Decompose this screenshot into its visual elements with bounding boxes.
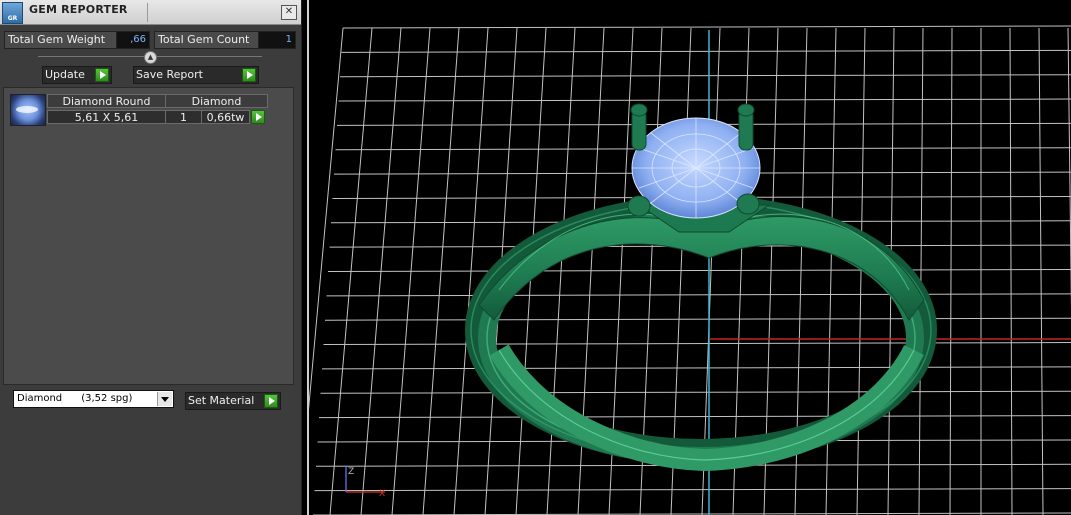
total-gem-weight-field: Total Gem Weight ,66 (4, 31, 150, 49)
total-gem-count-field: Total Gem Count 1 (154, 31, 296, 49)
material-dropdown[interactable]: Diamond (3,52 spg) (13, 390, 174, 408)
update-button[interactable]: Update (42, 66, 112, 84)
grid-line (341, 49, 1071, 53)
grid-line (324, 317, 1071, 321)
grid-line (314, 488, 1071, 492)
total-gem-weight-label: Total Gem Weight (5, 32, 117, 48)
gem-reporter-icon: GR (2, 2, 23, 24)
gem-count-cell: 1 (165, 110, 202, 124)
save-report-button-label: Save Report (136, 68, 203, 81)
grid-line (918, 27, 924, 515)
ring-model[interactable] (465, 195, 937, 472)
grid-line (1038, 27, 1044, 515)
set-material-button[interactable]: Set Material (185, 392, 281, 410)
collapse-toggle-icon[interactable]: ▲ (144, 51, 157, 64)
3d-viewport[interactable]: Z X (307, 0, 1071, 515)
total-gem-weight-value: ,66 (117, 32, 149, 48)
gizmo-x-label: X (379, 489, 385, 499)
gem-reporter-panel: GR GEM REPORTER ✕ Total Gem Weight ,66 T… (0, 0, 302, 515)
title-bar: GR GEM REPORTER ✕ (0, 0, 301, 25)
viewport-canvas[interactable]: Z X (309, 0, 1071, 515)
close-button[interactable]: ✕ (281, 5, 297, 20)
gem-row-play-icon[interactable] (251, 110, 265, 124)
panel-title: GEM REPORTER (29, 3, 128, 16)
total-gem-count-value: 1 (259, 32, 295, 48)
gem-type-header: Diamond Round (47, 94, 166, 108)
play-icon (264, 394, 278, 408)
grid-line (949, 27, 953, 515)
axis-gizmo: Z X (345, 466, 385, 499)
grid-line (339, 74, 1071, 78)
gem-thumbnail[interactable] (10, 94, 46, 126)
update-button-label: Update (45, 68, 85, 81)
grid-line (1009, 27, 1013, 515)
play-icon (242, 68, 256, 82)
save-report-button[interactable]: Save Report (133, 66, 259, 84)
gem-size-cell: 5,61 X 5,61 (47, 110, 166, 124)
icon-label: GR (7, 15, 18, 22)
gem-list: Diamond Round Diamond 5,61 X 5,61 1 0,66… (3, 87, 294, 385)
set-material-button-label: Set Material (188, 394, 255, 407)
grid-line (327, 269, 1071, 272)
grid-line (338, 98, 1071, 102)
play-icon (95, 68, 109, 82)
material-selected-value: Diamond (3,52 spg) (17, 393, 133, 404)
total-gem-count-label: Total Gem Count (155, 32, 259, 48)
grid-line (320, 390, 1071, 394)
grid-line (318, 415, 1071, 419)
gizmo-z-label: Z (348, 467, 354, 477)
gem-material-header: Diamond (165, 94, 268, 108)
gem-weight-cell: 0,66tw (201, 110, 250, 124)
grid-line (342, 25, 1071, 29)
chevron-down-icon[interactable] (157, 392, 172, 406)
title-divider (147, 3, 148, 22)
grid-line (326, 293, 1071, 297)
